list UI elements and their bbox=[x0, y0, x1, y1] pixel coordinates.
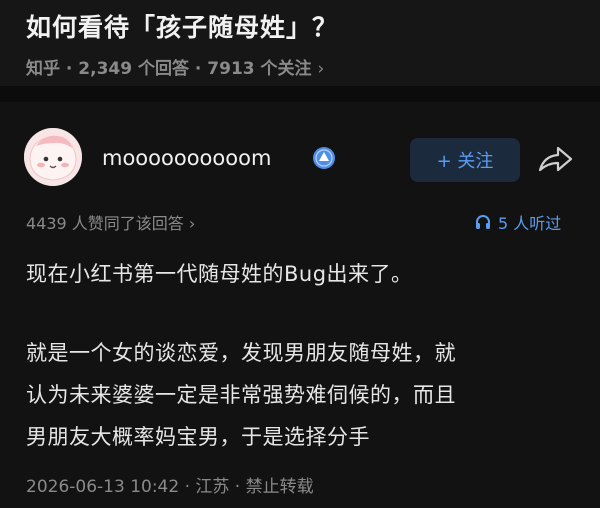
verified-badge-icon bbox=[312, 146, 336, 170]
answer-card: moooooooooom + 关注 4439 人赞同了该回答 › 5 人听过 现… bbox=[0, 102, 600, 508]
question-meta-text: 知乎 · 2,349 个回答 · 7913 个关注 bbox=[26, 59, 312, 79]
answer-line: 认为未来婆婆一定是非常强势难伺候的，而且 bbox=[26, 383, 456, 407]
section-divider bbox=[0, 86, 600, 102]
share-arrow-icon[interactable] bbox=[536, 144, 574, 176]
answer-footer-meta: 2026-06-13 10:42 · 江苏 · 禁止转载 bbox=[26, 477, 314, 497]
headphones-icon bbox=[476, 215, 490, 229]
answer-paragraph-1: 现在小红书第一代随母姓的Bug出来了。 bbox=[26, 262, 413, 286]
chevron-right-icon: › bbox=[317, 59, 325, 79]
answer-line: 男朋友大概率妈宝男，于是选择分手 bbox=[26, 425, 370, 449]
upvote-stats[interactable]: 4439 人赞同了该回答 › bbox=[26, 210, 195, 234]
answer-line: 就是一个女的谈恋爱，发现男朋友随母姓，就 bbox=[26, 341, 456, 365]
question-header[interactable]: 如何看待「孩子随母姓」？ 知乎 · 2,349 个回答 · 7913 个关注 › bbox=[0, 0, 600, 86]
pink-cartoon-avatar-icon bbox=[24, 128, 82, 186]
question-meta[interactable]: 知乎 · 2,349 个回答 · 7913 个关注 › bbox=[26, 54, 324, 79]
listen-count[interactable]: 5 人听过 bbox=[474, 210, 561, 234]
listen-count-label: 5 人听过 bbox=[498, 214, 562, 233]
follow-button[interactable]: + 关注 bbox=[410, 138, 520, 182]
avatar[interactable] bbox=[24, 128, 82, 186]
answer-paragraph-2: 就是一个女的谈恋爱，发现男朋友随母姓，就 认为未来婆婆一定是非常强势难伺候的，而… bbox=[26, 332, 586, 458]
author-name[interactable]: moooooooooom bbox=[102, 146, 271, 170]
question-title[interactable]: 如何看待「孩子随母姓」？ bbox=[26, 8, 338, 44]
